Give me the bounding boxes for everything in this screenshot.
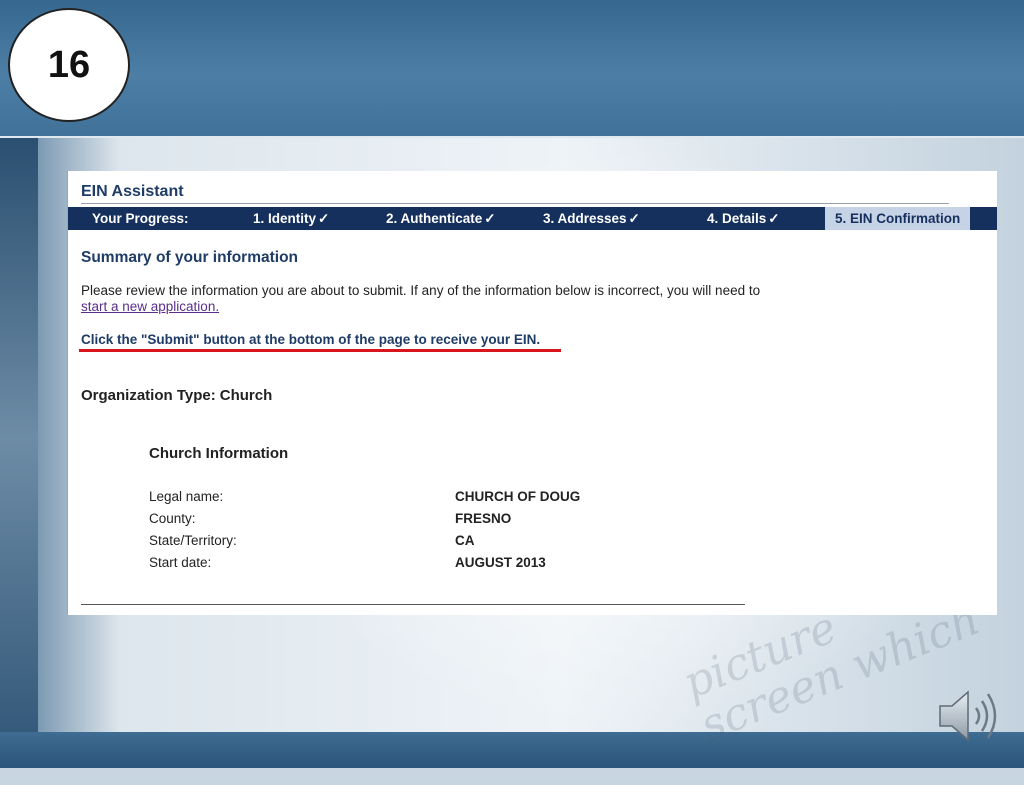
slide-bottom-band [0,732,1024,768]
church-information-table: Legal name: CHURCH OF DOUG County: FRESN… [149,485,649,573]
progress-step-ein-confirmation: 5. EIN Confirmation [825,207,971,230]
checkmark-icon: ✓ [318,211,330,226]
progress-step-label: 4. Details [707,211,767,226]
progress-step-identity: 1. Identity ✓ [253,207,329,230]
slide-number-badge: 16 [8,8,130,122]
title-divider [81,203,949,204]
intro-text: Please review the information you are ab… [81,283,761,298]
table-row: State/Territory: CA [149,529,649,551]
field-value: FRESNO [455,510,512,526]
summary-title: Summary of your information [81,249,299,266]
start-new-application-link[interactable]: start a new application. [81,299,219,314]
progress-step-label: 3. Addresses [543,211,627,226]
field-label: Legal name: [149,488,224,504]
progress-step-addresses: 3. Addresses ✓ [543,207,640,230]
speaker-audio-icon[interactable] [936,684,1006,748]
church-information-title: Church Information [149,445,289,462]
highlight-underline [79,349,561,352]
slide-number: 16 [47,43,91,86]
field-label: County: [149,510,196,526]
table-row: County: FRESNO [149,507,649,529]
progress-bar: Your Progress: 1. Identity ✓ 2. Authentic… [68,207,997,230]
progress-step-authenticate: 2. Authenticate ✓ [386,207,496,230]
app-title: EIN Assistant [81,183,184,200]
slide-left-strip [0,138,38,738]
summary-intro: Please review the information you are ab… [81,283,761,315]
field-label: State/Territory: [149,532,237,548]
table-row: Legal name: CHURCH OF DOUG [149,485,649,507]
checkmark-icon: ✓ [484,211,496,226]
progress-label: Your Progress: [92,211,189,226]
checkmark-icon: ✓ [628,211,640,226]
progress-step-label: 1. Identity [253,211,317,226]
submit-instruction: Click the "Submit" button at the bottom … [81,332,541,347]
organization-type-label: Organization Type: [81,387,216,404]
field-value: CHURCH OF DOUG [455,488,581,504]
bottom-divider [81,604,745,605]
field-value: AUGUST 2013 [455,554,546,570]
slide-header [0,0,1024,138]
organization-type-value: Church [219,387,273,404]
table-row: Start date: AUGUST 2013 [149,551,649,573]
progress-step-details: 4. Details ✓ [707,207,780,230]
organization-type: Organization Type: Church [81,387,272,404]
progress-step-label: 2. Authenticate [386,211,483,226]
ein-assistant-screenshot: EIN Assistant Your Progress: 1. Identity… [67,171,997,615]
field-value: CA [455,532,475,548]
checkmark-icon: ✓ [768,211,780,226]
field-label: Start date: [149,554,212,570]
